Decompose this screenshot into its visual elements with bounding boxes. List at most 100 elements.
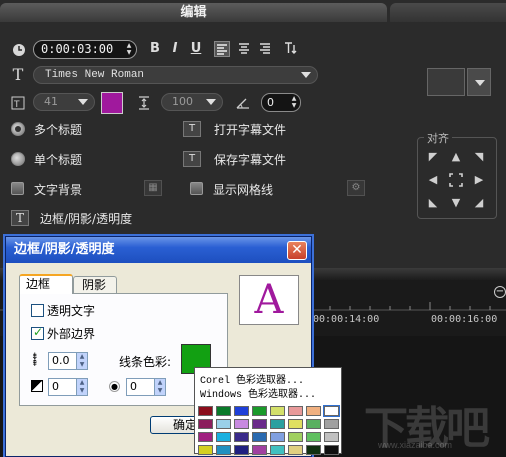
color-swatch[interactable] <box>252 419 267 429</box>
font-size-value: 41 <box>44 95 58 108</box>
alignment-title: 对齐 <box>424 130 452 146</box>
bold-button[interactable]: B <box>147 41 163 57</box>
color-swatch[interactable] <box>324 445 339 455</box>
color-swatch[interactable] <box>270 406 285 416</box>
tab-border[interactable]: 边框 <box>19 274 73 294</box>
vertical-text-button[interactable] <box>283 41 299 57</box>
show-gridlines-checkbox[interactable] <box>190 182 203 195</box>
grid-settings-icon[interactable]: ⚙ <box>347 180 365 196</box>
color-swatch[interactable] <box>323 405 340 417</box>
align-center-icon[interactable] <box>449 173 463 187</box>
color-swatch[interactable] <box>252 406 267 416</box>
color-swatch[interactable] <box>288 406 303 416</box>
svg-text:T: T <box>13 100 20 110</box>
color-swatch[interactable] <box>234 419 249 429</box>
color-swatch[interactable] <box>198 432 213 442</box>
align-top-right-icon[interactable]: ◥ <box>472 150 486 164</box>
tab-secondary[interactable] <box>390 3 506 22</box>
line-spacing-icon <box>137 96 151 110</box>
border-width-spinner[interactable]: ▲ ▼ <box>76 353 87 369</box>
align-middle-left-icon[interactable]: ◀ <box>426 173 440 187</box>
color-swatch[interactable] <box>288 432 303 442</box>
color-swatch[interactable] <box>198 406 213 416</box>
show-gridlines-label: 显示网格线 <box>213 183 274 197</box>
align-right-button[interactable] <box>257 41 273 57</box>
color-swatch[interactable] <box>234 432 249 442</box>
color-swatch[interactable] <box>306 432 321 442</box>
color-swatch[interactable] <box>216 432 231 442</box>
title-preset-dropdown-button[interactable] <box>467 68 491 96</box>
color-swatch[interactable] <box>252 445 267 455</box>
font-family-select[interactable]: Times New Roman <box>33 66 318 84</box>
color-swatch[interactable] <box>270 445 285 455</box>
single-title-radio[interactable] <box>11 152 25 166</box>
align-bottom-left-icon[interactable]: ◣ <box>426 196 440 210</box>
align-bottom-center-icon[interactable]: ▼ <box>449 196 463 210</box>
opacity-input[interactable]: 0 ▲ ▼ <box>126 378 166 396</box>
align-middle-right-icon[interactable]: ▶ <box>472 173 486 187</box>
open-subtitle-icon[interactable]: T <box>183 121 201 137</box>
transparent-text-checkbox[interactable] <box>31 304 44 317</box>
opacity-icon: ● <box>109 381 120 392</box>
open-subtitle-file-button[interactable]: 打开字幕文件 <box>214 121 286 138</box>
text-background-label: 文字背景 <box>34 183 83 197</box>
align-left-button[interactable] <box>214 41 230 57</box>
angle-icon <box>236 96 250 110</box>
softness-input[interactable]: 0 ▲ ▼ <box>48 378 88 396</box>
align-center-button[interactable] <box>236 41 252 57</box>
color-swatch[interactable] <box>216 445 231 455</box>
border-shadow-opacity-label[interactable]: 边框/阴影/透明度 <box>40 210 132 227</box>
font-size-select[interactable]: 41 <box>33 93 95 111</box>
color-swatch[interactable] <box>288 419 303 429</box>
color-swatch[interactable] <box>198 445 213 455</box>
color-swatch[interactable] <box>288 445 303 455</box>
softness-spinner[interactable]: ▲ ▼ <box>76 379 87 395</box>
close-icon[interactable]: ✕ <box>287 241 307 260</box>
opacity-spinner[interactable]: ▲ ▼ <box>154 379 165 395</box>
text-color-swatch[interactable] <box>101 92 123 114</box>
underline-button[interactable]: U <box>188 41 204 57</box>
tab-edit[interactable]: 编辑 <box>0 3 387 22</box>
color-picker-popup: Corel 色彩选取器... Windows 色彩选取器... <box>194 367 342 455</box>
text-background-settings-icon[interactable]: ▦ <box>144 180 162 196</box>
align-bottom-right-icon[interactable]: ◢ <box>472 196 486 210</box>
multi-title-radio[interactable] <box>11 122 25 136</box>
color-swatch[interactable] <box>306 419 321 429</box>
transparent-text-label: 透明文字 <box>47 304 96 318</box>
color-swatch[interactable] <box>216 419 231 429</box>
align-top-left-icon[interactable]: ◤ <box>426 150 440 164</box>
title-preset-preview[interactable] <box>427 68 465 96</box>
color-swatch[interactable] <box>234 445 249 455</box>
border-shadow-icon[interactable]: T <box>11 210 29 226</box>
tab-shadow[interactable]: 阴影 <box>73 276 117 294</box>
line-spacing-value: 100 <box>172 95 193 108</box>
color-swatch[interactable] <box>252 432 267 442</box>
color-swatch[interactable] <box>198 419 213 429</box>
italic-button[interactable]: I <box>167 41 183 57</box>
align-top-center-icon[interactable]: ▲ <box>449 150 463 164</box>
timecode-spinner[interactable]: ▲ ▼ <box>124 42 134 57</box>
duration-timecode-input[interactable]: 0:00:03:00 <box>33 40 137 59</box>
windows-color-picker-item[interactable]: Windows 色彩选取器... <box>200 385 316 401</box>
color-swatch[interactable] <box>234 406 249 416</box>
color-swatch[interactable] <box>324 419 339 429</box>
color-swatch-grid <box>198 405 340 455</box>
ok-button[interactable]: 确定 <box>150 416 198 434</box>
color-swatch[interactable] <box>216 406 231 416</box>
color-swatch[interactable] <box>306 406 321 416</box>
zoom-out-icon[interactable]: − <box>494 286 506 298</box>
color-swatch[interactable] <box>270 432 285 442</box>
save-subtitle-file-button[interactable]: 保存字幕文件 <box>214 151 286 168</box>
line-spacing-select[interactable]: 100 <box>161 93 223 111</box>
text-background-checkbox[interactable] <box>11 182 24 195</box>
text-preview: A <box>239 275 299 325</box>
color-swatch[interactable] <box>270 419 285 429</box>
color-swatch[interactable] <box>306 445 321 455</box>
save-subtitle-icon[interactable]: T <box>183 151 201 167</box>
angle-spinner[interactable]: ▲ ▼ <box>289 95 299 110</box>
border-width-input[interactable]: 0.0 ▲ ▼ <box>48 352 88 370</box>
outer-border-checkbox[interactable] <box>31 325 44 340</box>
color-swatch[interactable] <box>324 432 339 442</box>
border-width-value: 0.0 <box>52 354 70 367</box>
chevron-down-icon <box>78 99 88 105</box>
